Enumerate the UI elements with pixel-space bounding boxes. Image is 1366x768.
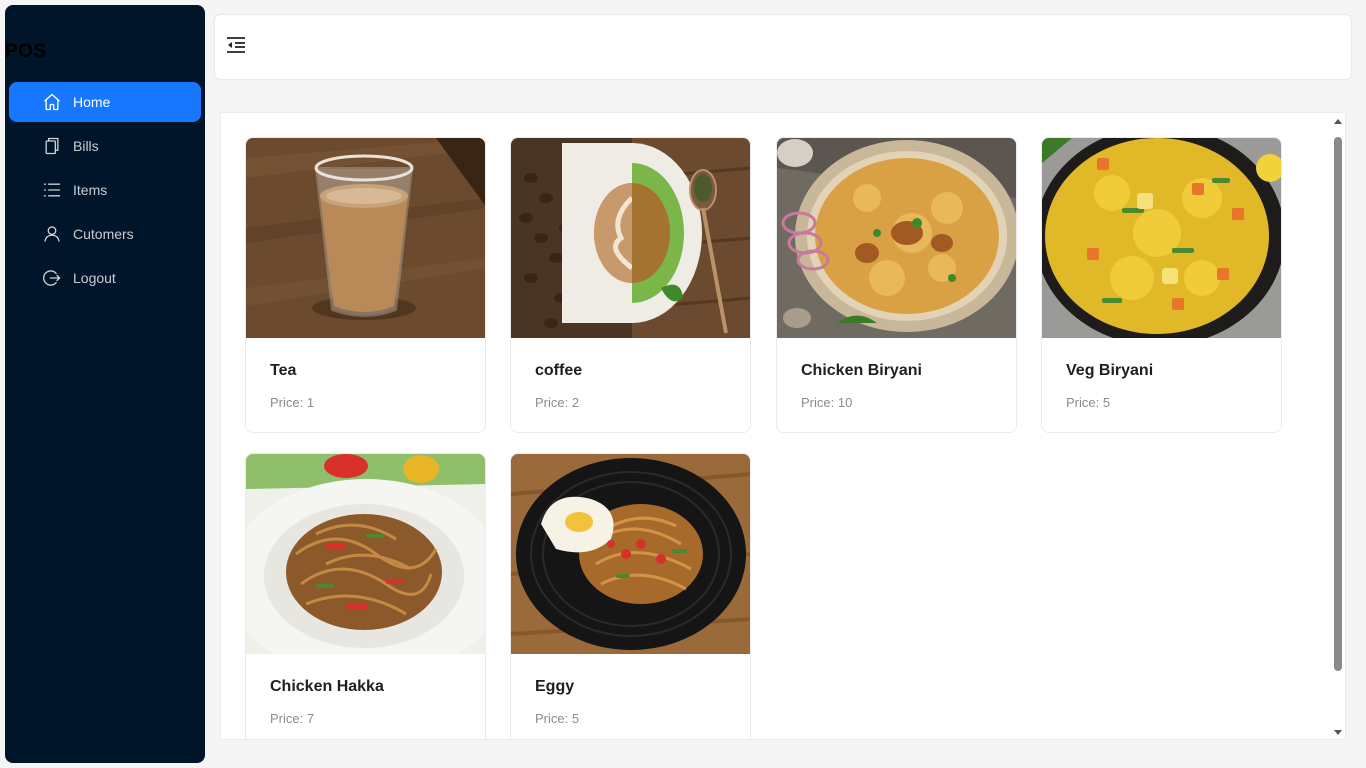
product-name: Eggy bbox=[535, 678, 575, 695]
sidebar-item-logout[interactable]: Logout bbox=[9, 258, 201, 298]
product-price: Price: 5 bbox=[535, 711, 580, 726]
scroll-down-arrow-icon[interactable] bbox=[1334, 730, 1342, 735]
sidebar-item-bills[interactable]: Bills bbox=[9, 126, 201, 166]
sidebar-item-label: Bills bbox=[73, 138, 99, 154]
header-bar bbox=[214, 14, 1352, 80]
sidebar-item-home[interactable]: Home bbox=[9, 82, 201, 122]
sidebar-item-label: Home bbox=[73, 94, 111, 110]
product-name: Chicken Hakka bbox=[270, 678, 384, 695]
product-image-coffee bbox=[511, 138, 750, 338]
product-image-chicken-biryani bbox=[777, 138, 1016, 338]
product-card-veg-biryani[interactable]: Veg Biryani Price: 5 bbox=[1041, 137, 1282, 433]
product-price: Price: 1 bbox=[270, 395, 315, 410]
menu-fold-icon[interactable] bbox=[225, 34, 247, 56]
product-name: Veg Biryani bbox=[1066, 362, 1154, 379]
user-icon bbox=[41, 223, 63, 245]
app-logo: POS bbox=[5, 41, 47, 62]
product-price: Price: 10 bbox=[801, 395, 853, 410]
product-name: Tea bbox=[270, 362, 297, 379]
product-price: Price: 7 bbox=[270, 711, 315, 726]
list-icon bbox=[41, 179, 63, 201]
logout-icon bbox=[41, 267, 63, 289]
main-content: Tea Price: 1 coffee Price: 2 Chicken Bir… bbox=[220, 112, 1346, 740]
sidebar-item-label: Logout bbox=[73, 270, 116, 286]
product-card-chicken-biryani[interactable]: Chicken Biryani Price: 10 bbox=[776, 137, 1017, 433]
scroll-up-arrow-icon[interactable] bbox=[1334, 119, 1342, 124]
product-image-veg-biryani bbox=[1042, 138, 1281, 338]
vertical-scrollbar[interactable] bbox=[1333, 119, 1343, 735]
sidebar: POS Home Bills Items Cutomers Logout bbox=[5, 5, 205, 763]
sidebar-item-label: Cutomers bbox=[73, 226, 134, 242]
sidebar-item-customers[interactable]: Cutomers bbox=[9, 214, 201, 254]
bills-icon bbox=[41, 135, 63, 157]
sidebar-item-items[interactable]: Items bbox=[9, 170, 201, 210]
product-name: coffee bbox=[535, 362, 583, 379]
sidebar-item-label: Items bbox=[73, 182, 108, 198]
product-image-chicken-hakka bbox=[246, 454, 485, 654]
product-card-eggy[interactable]: Eggy Price: 5 bbox=[510, 453, 751, 739]
product-name: Chicken Biryani bbox=[801, 362, 922, 379]
product-image-eggy bbox=[511, 454, 750, 654]
scroll-thumb[interactable] bbox=[1334, 137, 1342, 671]
product-image-tea bbox=[246, 138, 485, 338]
product-card-chicken-hakka[interactable]: Chicken Hakka Price: 7 bbox=[245, 453, 486, 739]
product-card-tea[interactable]: Tea Price: 1 bbox=[245, 137, 486, 433]
product-price: Price: 5 bbox=[1066, 395, 1111, 410]
product-card-coffee[interactable]: coffee Price: 2 bbox=[510, 137, 751, 433]
sidebar-menu: Home Bills Items Cutomers Logout bbox=[9, 82, 201, 302]
home-icon bbox=[41, 91, 63, 113]
product-price: Price: 2 bbox=[535, 395, 580, 410]
